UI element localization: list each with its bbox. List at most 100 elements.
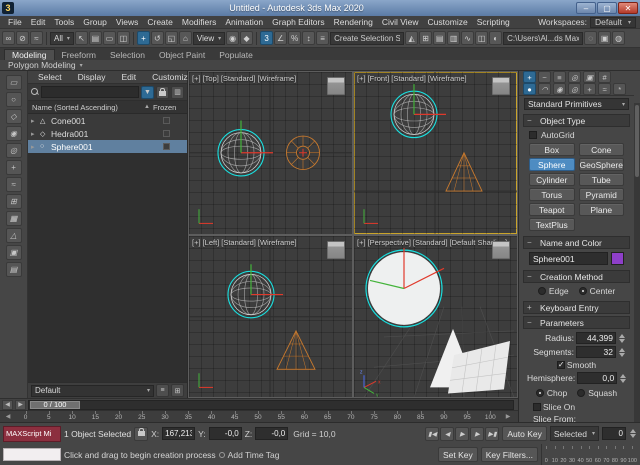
selection-filter-dropdown[interactable]: All ▾	[50, 31, 74, 45]
layer-explorer-icon[interactable]: ▥	[447, 31, 461, 45]
rectangular-selection-icon[interactable]: ▭	[102, 31, 116, 45]
explorer-menu-item[interactable]: Display	[74, 72, 110, 82]
center-radio[interactable]	[578, 287, 587, 295]
Cone001[interactable]: ▸ △ Cone001	[28, 114, 187, 127]
geometry-category-icon[interactable]: ●	[523, 83, 536, 95]
minimize-button[interactable]: –	[576, 2, 596, 14]
select-by-name-icon[interactable]: ▤	[88, 31, 102, 45]
viewport-menu-button[interactable]: [+]	[192, 238, 201, 247]
use-pivot-point-icon[interactable]: ◉	[226, 31, 240, 45]
filter-helpers-icon[interactable]: +	[5, 160, 22, 175]
smooth-checkbox[interactable]	[556, 360, 565, 369]
menu-item[interactable]: Create	[143, 17, 177, 27]
filter-groups-icon[interactable]: ⊞	[5, 194, 22, 209]
sphere-button[interactable]: Sphere	[529, 158, 575, 171]
viewport-pov-label[interactable]: [Left]	[203, 238, 220, 247]
viewcube[interactable]	[327, 240, 345, 259]
z-coordinate-field[interactable]	[255, 427, 289, 440]
object-name[interactable]: Sphere001	[51, 142, 160, 152]
scene-explorer-toggle-icon[interactable]: ▤	[433, 31, 447, 45]
menu-item[interactable]: Civil View	[378, 17, 423, 27]
explorer-settings-icon[interactable]: ≡	[156, 384, 169, 397]
create-tab-icon[interactable]: +	[523, 71, 536, 83]
viewcube[interactable]	[327, 77, 345, 95]
expand-arrow-icon[interactable]: ▸	[31, 143, 37, 151]
track-bar-left-arrow[interactable]: ◀	[2, 411, 14, 422]
filter-xrefs-icon[interactable]: ▦	[5, 211, 22, 226]
key-filters-button[interactable]: Key Filters...	[480, 447, 538, 462]
viewport-pov-label[interactable]: [Perspective]	[368, 238, 411, 247]
radius-spinner[interactable]	[618, 333, 626, 343]
explorer-column-header[interactable]: Name (Sorted Ascending) ▲ Frozen	[28, 101, 187, 114]
lights-category-icon[interactable]: ◉	[553, 83, 566, 95]
name-column-header[interactable]: Name (Sorted Ascending)	[32, 103, 141, 112]
auto-key-button[interactable]: Auto Key	[502, 426, 547, 441]
explorer-menu-item[interactable]: Select	[34, 72, 66, 82]
frozen-toggle[interactable]	[163, 130, 170, 137]
frame-spinner[interactable]	[629, 429, 637, 438]
angle-snap-icon[interactable]: ∠	[274, 31, 288, 45]
rendered-frame-window-icon[interactable]: ▣	[598, 31, 612, 45]
viewport-pov-label[interactable]: [Top]	[203, 74, 219, 83]
radius-field[interactable]	[576, 332, 616, 344]
viewport-standard-label[interactable]: [Standard]	[413, 238, 448, 247]
filter-containers-icon[interactable]: ▣	[5, 245, 22, 260]
geosphere-button[interactable]: GeoSphere	[578, 158, 624, 171]
chop-radio[interactable]	[535, 389, 544, 397]
parameters-rollout-header[interactable]: − Parameters	[523, 316, 630, 329]
key-mode-dropdown[interactable]: Selected ▾	[549, 426, 599, 441]
menu-item[interactable]: Rendering	[330, 17, 377, 27]
reference-coordinate-dropdown[interactable]: View ▾	[192, 31, 226, 45]
expand-arrow-icon[interactable]: ▸	[31, 117, 37, 125]
maxscript-mini-listener[interactable]: MAXScript Mi	[3, 425, 61, 442]
viewport-standard-label[interactable]: [Standard]	[221, 74, 256, 83]
selection-lock-button[interactable]	[134, 426, 149, 441]
y-coordinate-field[interactable]	[208, 427, 242, 440]
menu-item[interactable]: Customize	[424, 17, 472, 27]
cylinder-button[interactable]: Cylinder	[529, 173, 575, 186]
shapes-category-icon[interactable]: ◠	[538, 83, 551, 95]
unlink-icon[interactable]: ⊘	[16, 31, 29, 45]
project-folder-field[interactable]	[503, 31, 584, 45]
viewport-perspective[interactable]: x y z [+] [Perspective] [Standard] [Defa…	[354, 235, 517, 397]
torus-button[interactable]: Torus	[529, 188, 575, 201]
bind-to-spacewarp-icon[interactable]: ≈	[30, 31, 43, 45]
render-setup-icon[interactable]: ◌	[584, 31, 598, 45]
chop-option[interactable]: Chop	[535, 388, 567, 398]
hierarchy-tab-icon[interactable]: ≡	[553, 71, 566, 83]
teapot-button[interactable]: Teapot	[529, 203, 575, 216]
center-option[interactable]: Center	[578, 286, 615, 296]
menu-item[interactable]: Edit	[27, 17, 50, 27]
lock-button[interactable]	[156, 85, 169, 99]
edge-option[interactable]: Edge	[537, 286, 569, 296]
viewport-top[interactable]: [+] [Top] [Standard] [Wireframe]	[189, 72, 352, 234]
next-frame-button[interactable]: ▶	[470, 426, 485, 441]
named-selection-sets-icon[interactable]: ≡	[316, 31, 330, 45]
Hedra001[interactable]: ▸ ◇ Hedra001	[28, 127, 187, 140]
filter-spacewarps-icon[interactable]: ≈	[5, 177, 22, 192]
keyboard-entry-rollout-header[interactable]: + Keyboard Entry	[523, 301, 630, 314]
scrollbar-thumb[interactable]	[635, 105, 639, 177]
select-and-scale-icon[interactable]: ◱	[164, 31, 178, 45]
time-slider-track[interactable]: 0 / 100	[28, 399, 514, 410]
viewport-shading-label[interactable]: [Wireframe]	[428, 74, 467, 83]
ribbon-tab[interactable]: Populate	[212, 49, 260, 60]
frozen-column-header[interactable]: Frozen	[153, 103, 183, 112]
filter-bones-icon[interactable]: △	[5, 228, 22, 243]
filter-frozen-icon[interactable]: ▤	[5, 262, 22, 277]
autogrid-checkbox[interactable]	[529, 131, 537, 139]
search-input[interactable]	[41, 86, 139, 98]
x-coordinate-field[interactable]	[162, 427, 196, 440]
menu-item[interactable]: Modifiers	[178, 17, 220, 27]
menu-item[interactable]: Tools	[50, 17, 78, 27]
time-slider-handle[interactable]: 0 / 100	[30, 400, 80, 409]
select-and-place-icon[interactable]: ⌂	[178, 31, 192, 45]
viewport-menu-button[interactable]: [+]	[192, 74, 201, 83]
viewport-left[interactable]: [+] [Left] [Standard] [Wireframe]	[189, 235, 352, 397]
tube-button[interactable]: Tube	[578, 173, 624, 186]
close-button[interactable]: ✕	[618, 2, 638, 14]
filter-all-icon[interactable]: ▭	[5, 75, 22, 90]
frozen-toggle[interactable]	[163, 117, 170, 124]
Sphere001[interactable]: ▸ ○ Sphere001	[28, 140, 187, 153]
explorer-preset-dropdown[interactable]: Default ▾	[31, 384, 154, 397]
